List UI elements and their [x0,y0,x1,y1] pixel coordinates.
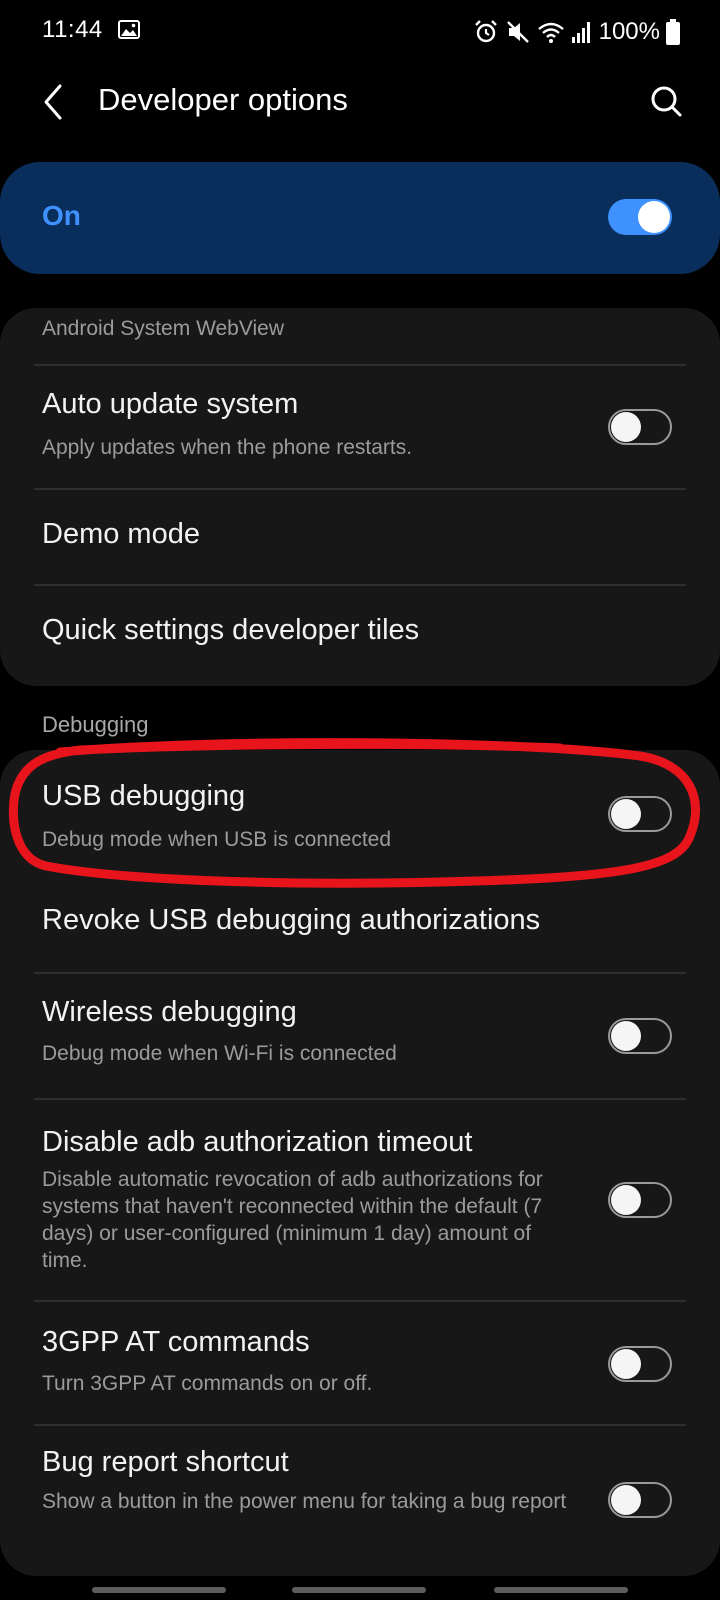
setting-quick-settings-tiles[interactable]: Quick settings developer tiles [0,586,720,686]
gallery-icon [118,20,140,39]
master-switch-label: On [42,200,81,231]
app-header: Developer options [0,64,720,136]
setting-title: Revoke USB debugging authorizations [42,904,541,936]
setting-bug-report-shortcut[interactable]: Bug report shortcut Show a button in the… [0,1426,720,1576]
setting-subtitle: Show a button in the power menu for taki… [42,1490,567,1513]
adb-timeout-toggle[interactable] [608,1182,672,1218]
battery-icon [666,19,680,45]
wireless-debugging-toggle[interactable] [608,1018,672,1054]
nav-home-handle[interactable] [292,1587,426,1593]
setting-disable-adb-timeout[interactable]: Disable adb authorization timeout Disabl… [0,1100,720,1300]
status-time: 11:44 [42,16,103,43]
bug-report-toggle[interactable] [608,1482,672,1518]
page-title: Developer options [98,82,348,117]
setting-subtitle: Debug mode when Wi-Fi is connected [42,1042,397,1065]
search-icon [651,86,682,117]
setting-title: Demo mode [42,518,200,550]
setting-title: Bug report shortcut [42,1446,289,1478]
setting-revoke-usb-authorizations[interactable]: Revoke USB debugging authorizations [0,872,720,972]
setting-3gpp-at-commands[interactable]: 3GPP AT commands Turn 3GPP AT commands o… [0,1302,720,1424]
navigation-bar [0,1580,720,1600]
setting-wireless-debugging[interactable]: Wireless debugging Debug mode when Wi-Fi… [0,974,720,1098]
usb-debugging-toggle[interactable] [608,796,672,832]
developer-options-master-switch[interactable]: On [0,162,720,274]
setting-subtitle: Debug mode when USB is connected [42,828,392,851]
toggle-knob [611,1021,641,1051]
setting-title: USB debugging [42,780,246,812]
chevron-left-icon [44,84,62,120]
setting-subtitle: Disable automatic revocation of adb auth… [42,1168,543,1272]
alarm-icon [474,20,497,43]
toggle-knob [611,799,641,829]
setting-subtitle: Apply updates when the phone restarts. [42,436,413,459]
settings-card-debugging: USB debugging Debug mode when USB is con… [0,750,720,1576]
toggle-knob [611,1485,641,1515]
setting-demo-mode[interactable]: Demo mode [0,490,720,584]
setting-subtitle: Turn 3GPP AT commands on or off. [42,1372,373,1395]
setting-title: 3GPP AT commands [42,1326,310,1358]
master-toggle[interactable] [608,199,672,235]
status-bar: 11:44 100% [0,0,720,64]
status-icons: 100% [473,16,680,48]
back-button[interactable] [30,78,78,126]
search-button[interactable] [642,78,690,126]
nav-back-handle[interactable] [494,1587,628,1593]
setting-title: Auto update system [42,388,299,420]
battery-level: 100% [598,18,660,45]
nav-recents-handle[interactable] [92,1587,226,1593]
signal-icon [571,22,590,43]
auto-update-toggle[interactable] [608,409,672,445]
toggle-knob [611,1349,641,1379]
setting-title: Wireless debugging [42,996,297,1028]
toggle-knob [611,1185,641,1215]
section-header-debugging: Debugging [42,712,149,737]
wifi-icon [537,22,564,43]
3gpp-toggle[interactable] [608,1346,672,1382]
setting-title: Quick settings developer tiles [42,614,420,646]
settings-card-misc: Android System WebView Auto update syste… [0,308,720,686]
mute-icon [506,21,529,43]
toggle-knob [638,201,670,233]
setting-auto-update-system[interactable]: Auto update system Apply updates when th… [0,366,720,488]
truncated-item-label: Android System WebView [42,317,285,340]
toggle-knob [611,412,641,442]
setting-usb-debugging[interactable]: USB debugging Debug mode when USB is con… [0,750,720,872]
setting-title: Disable adb authorization timeout [42,1126,473,1158]
